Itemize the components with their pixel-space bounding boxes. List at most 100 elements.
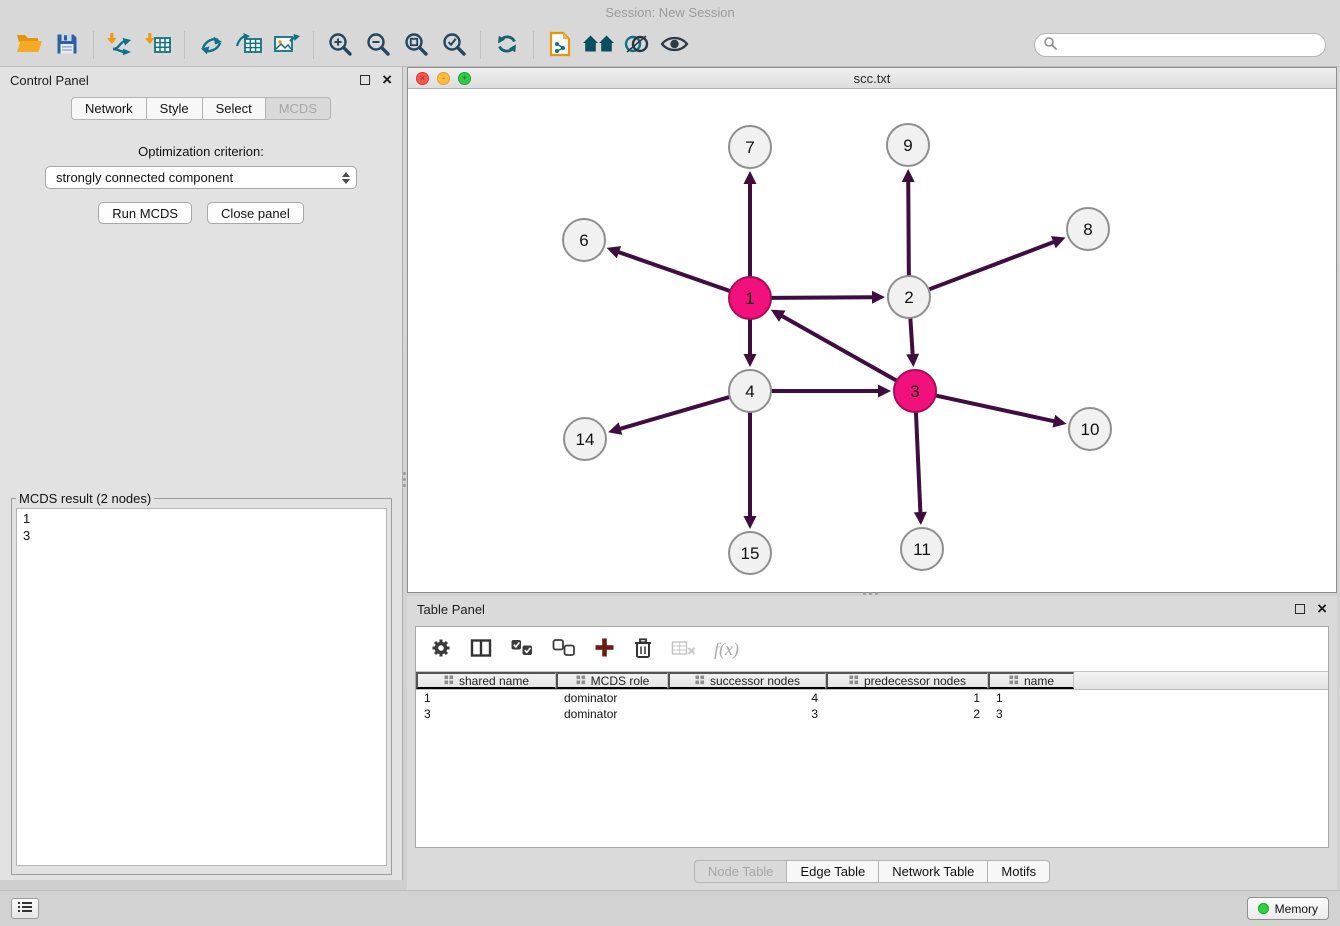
graph-node-1[interactable]: 1 — [729, 277, 771, 319]
column-header-mcds-role[interactable]: MCDS role — [556, 672, 668, 689]
graph-edge-1-2[interactable] — [772, 297, 872, 298]
refresh-view-button[interactable] — [488, 28, 526, 62]
document-network-icon — [548, 31, 572, 60]
graph-edge-3-1[interactable] — [782, 316, 896, 380]
zoom-out-button[interactable] — [359, 28, 397, 62]
close-panel-button[interactable]: Close panel — [207, 202, 304, 224]
graph-node-6[interactable]: 6 — [563, 219, 605, 261]
table-body: 1dominator4113dominator323 — [416, 690, 1328, 722]
graph-node-9[interactable]: 9 — [887, 124, 929, 166]
import-table-button[interactable] — [139, 28, 177, 62]
delete-table-button[interactable] — [671, 639, 696, 660]
zoom-fit-icon — [403, 31, 429, 60]
column-header-successor-nodes[interactable]: successor nodes — [668, 672, 826, 689]
run-mcds-button[interactable]: Run MCDS — [98, 202, 192, 224]
tab-style[interactable]: Style — [147, 97, 203, 120]
network-graph[interactable]: 7 9 6 8 1 2 4 3 14 10 15 11 — [408, 89, 1336, 592]
save-session-button[interactable] — [48, 28, 86, 62]
close-table-panel-button[interactable]: × — [1317, 604, 1327, 614]
style-preview-button[interactable] — [617, 28, 655, 62]
network-canvas[interactable]: 7 9 6 8 1 2 4 3 14 10 15 11 — [408, 89, 1336, 592]
float-table-panel-button[interactable] — [1295, 604, 1305, 614]
close-window-button[interactable]: × — [416, 72, 429, 85]
graph-edge-4-14[interactable] — [621, 397, 729, 429]
graph-edge-arrowhead — [914, 512, 927, 525]
memory-button[interactable]: Memory — [1247, 897, 1329, 920]
graph-node-4[interactable]: 4 — [729, 370, 771, 412]
table-panel-tabs: Node TableEdge TableNetwork TableMotifs — [407, 860, 1337, 883]
column-header-name[interactable]: name — [988, 672, 1074, 689]
vertical-panel-splitter[interactable] — [402, 464, 407, 494]
deselect-all-rows-button[interactable] — [552, 639, 576, 660]
toolbar-separator — [93, 31, 94, 59]
zoom-selected-button[interactable] — [435, 28, 473, 62]
graph-edge-2-9[interactable] — [908, 182, 909, 275]
graph-node-label: 9 — [903, 136, 912, 155]
delete-column-button[interactable] — [633, 637, 653, 662]
criterion-dropdown[interactable]: strongly connected component — [45, 166, 357, 189]
graph-edge-arrowhead — [608, 422, 622, 434]
clone-network-button[interactable] — [541, 28, 579, 62]
graph-node-8[interactable]: 8 — [1067, 208, 1109, 250]
minimize-window-button[interactable]: - — [437, 72, 450, 85]
column-header-label: predecessor nodes — [864, 674, 966, 688]
tab-motifs[interactable]: Motifs — [988, 860, 1050, 883]
table-row[interactable]: 1dominator411 — [416, 690, 1328, 706]
select-all-rows-button[interactable] — [510, 639, 534, 660]
column-header-shared-name[interactable]: shared name — [416, 672, 556, 689]
graph-edge-1-6[interactable] — [619, 252, 729, 291]
maximize-window-button[interactable]: + — [458, 72, 471, 85]
window-titlebar: Session: New Session — [0, 0, 1340, 24]
export-image-button[interactable] — [268, 28, 306, 62]
import-network-button[interactable] — [101, 28, 139, 62]
graph-node-11[interactable]: 11 — [901, 528, 943, 570]
zoom-out-icon — [365, 31, 391, 60]
graph-edge-arrowhead — [744, 171, 757, 184]
tab-network[interactable]: Network — [71, 97, 147, 120]
new-network-button[interactable] — [192, 28, 230, 62]
toolbar-separator — [480, 31, 481, 59]
new-network-table-button[interactable] — [230, 28, 268, 62]
tab-select[interactable]: Select — [203, 97, 266, 120]
status-menu-button[interactable] — [11, 898, 39, 919]
zoom-in-button[interactable] — [321, 28, 359, 62]
graph-edge-2-3[interactable] — [910, 319, 912, 354]
tab-node-table[interactable]: Node Table — [694, 860, 788, 883]
column-sort-icon — [444, 674, 454, 688]
graph-node-14[interactable]: 14 — [564, 418, 606, 460]
column-header-predecessor-nodes[interactable]: predecessor nodes — [826, 672, 988, 689]
graph-node-7[interactable]: 7 — [729, 126, 771, 168]
function-builder-button[interactable]: f(x) — [714, 639, 739, 660]
neighbors-button[interactable] — [579, 28, 617, 62]
graph-edge-3-11[interactable] — [916, 413, 920, 512]
graph-node-label: 2 — [904, 288, 913, 307]
graph-node-2[interactable]: 2 — [888, 276, 930, 318]
graph-edge-2-8[interactable] — [930, 242, 1054, 289]
tab-network-table[interactable]: Network Table — [879, 860, 988, 883]
graph-edge-3-10[interactable] — [936, 396, 1053, 421]
toolbar-separator — [533, 31, 534, 59]
graph-edge-arrowhead — [902, 169, 915, 182]
create-column-button[interactable] — [594, 637, 615, 661]
search-input[interactable] — [1062, 38, 1317, 53]
tab-mcds[interactable]: MCDS — [266, 97, 331, 120]
table-panel-header: Table Panel × — [407, 596, 1337, 622]
criterion-dropdown-value: strongly connected component — [56, 170, 233, 185]
graph-node-label: 11 — [913, 540, 931, 559]
table-toolbar: f(x) — [416, 627, 1328, 671]
graph-node-label: 8 — [1083, 220, 1092, 239]
control-panel-header: Control Panel × — [0, 67, 402, 93]
graph-node-15[interactable]: 15 — [729, 532, 771, 574]
show-column-button[interactable] — [470, 638, 492, 661]
table-settings-button[interactable] — [430, 637, 452, 662]
float-panel-button[interactable] — [360, 75, 370, 85]
close-panel-icon-button[interactable]: × — [382, 75, 392, 85]
tab-edge-table[interactable]: Edge Table — [787, 860, 879, 883]
open-session-button[interactable] — [10, 28, 48, 62]
table-row[interactable]: 3dominator323 — [416, 706, 1328, 722]
graph-node-10[interactable]: 10 — [1069, 408, 1111, 450]
search-field[interactable] — [1034, 33, 1326, 57]
zoom-fit-button[interactable] — [397, 28, 435, 62]
graph-node-3[interactable]: 3 — [894, 370, 936, 412]
show-hide-button[interactable] — [655, 28, 693, 62]
